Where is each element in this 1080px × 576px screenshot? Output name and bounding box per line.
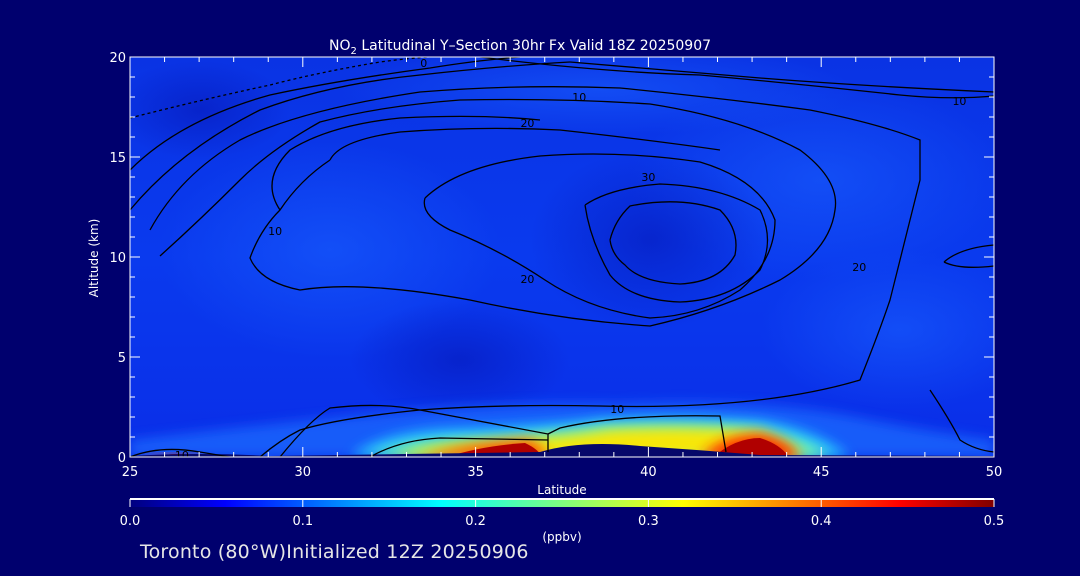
contour-label: 20: [852, 261, 866, 274]
y-tick-label: 0: [118, 451, 126, 466]
x-tick-label: 45: [813, 465, 830, 480]
contour-label: 10: [572, 91, 586, 104]
contour-label: 0: [420, 57, 427, 70]
y-tick-label: 5: [118, 351, 126, 366]
x-tick-label: 50: [986, 465, 1003, 480]
x-tick-label: 40: [640, 465, 657, 480]
colorbar: 0.0 0.1 0.2 0.3 0.4 0.5 (ppbv): [120, 498, 1005, 544]
colorbar-tick-label: 0.1: [292, 514, 313, 529]
colorbar-tick-label: 0.2: [465, 514, 486, 529]
colorbar-tick-label: 0.3: [638, 514, 659, 529]
contour-label: 20: [520, 117, 534, 130]
contour-label: 10: [175, 449, 189, 462]
contour-label: 30: [641, 171, 655, 184]
y-tick-label: 15: [109, 151, 126, 166]
plot-area: 0 10 10 20 30 10 20 20 10 10: [130, 57, 994, 462]
colorbar-unit-label: (ppbv): [542, 530, 581, 544]
x-axis-label: Latitude: [537, 483, 586, 497]
contour-label: 10: [610, 403, 624, 416]
contour-label: 20: [520, 273, 534, 286]
contour-label: 10: [268, 225, 282, 238]
y-tick-label: 10: [109, 251, 126, 266]
y-tick-label: 20: [109, 51, 126, 66]
footer-init-text: Toronto (80°W)Initialized 12Z 20250906: [140, 541, 529, 563]
chart-title: NO2 Latitudinal Y–Section 30hr Fx Valid …: [329, 38, 711, 57]
colorbar-tick-label: 0.4: [811, 514, 832, 529]
colorbar-gradient: [130, 499, 994, 507]
x-tick-label: 30: [295, 465, 312, 480]
contour-label: 10: [952, 95, 966, 108]
colorbar-tick-label: 0.5: [984, 514, 1005, 529]
chart: NO2 Latitudinal Y–Section 30hr Fx Valid …: [87, 38, 1005, 544]
colorbar-tick-label: 0.0: [120, 514, 141, 529]
x-tick-label: 35: [467, 465, 484, 480]
y-axis-label: Altitude (km): [87, 219, 101, 298]
x-tick-label: 25: [122, 465, 139, 480]
